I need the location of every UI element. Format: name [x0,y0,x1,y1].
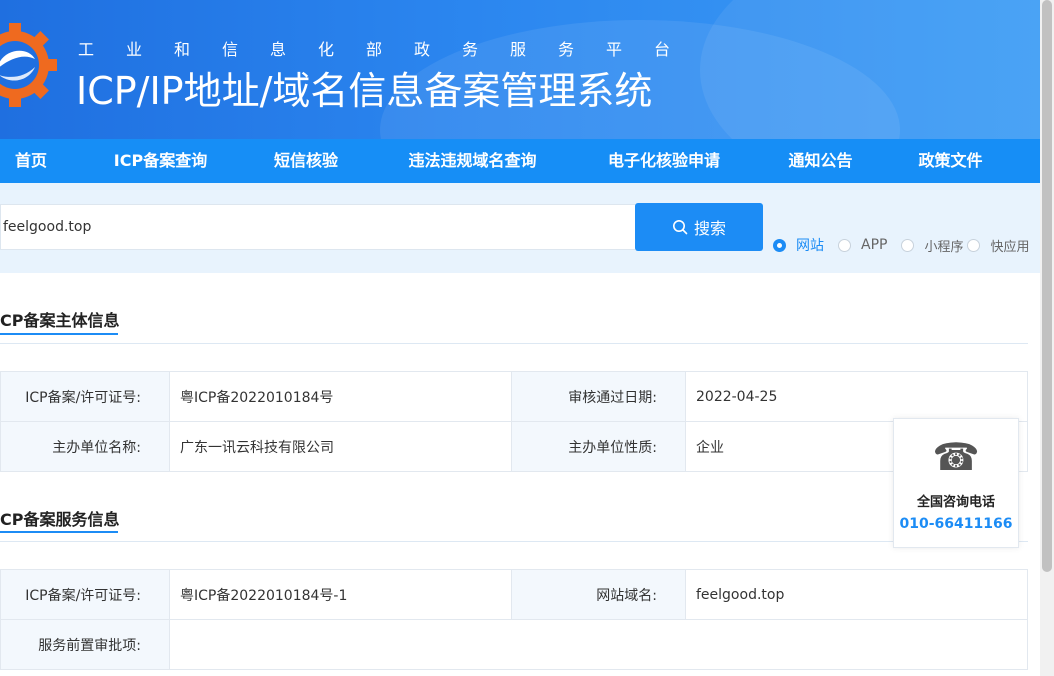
radio-label: 小程序 [924,239,964,255]
nav-item-notice[interactable]: 通知公告 [753,139,888,183]
header-subtitle: 工业和信息化部政务服务平台 [78,40,703,59]
field-value [169,619,1028,670]
radio-website[interactable]: 网站 [773,235,824,255]
section-divider [0,343,1028,344]
field-value: 2022-04-25 [685,371,1028,422]
radio-dot [901,238,915,252]
nav-item-home[interactable]: 首页 [0,139,62,183]
scrollbar-thumb[interactable] [1042,0,1052,572]
nav-item-policy[interactable]: 政策文件 [888,139,1013,183]
search-input[interactable] [0,204,635,250]
radio-dot [967,238,981,252]
radio-dot [773,238,786,252]
page-title: ICP/IP地址/域名信息备案管理系统 [76,69,653,113]
search-button-label: 搜索 [693,219,726,238]
nav-item-illegal-domain[interactable]: 违法违规域名查询 [370,139,575,183]
search-icon [672,220,688,235]
radio-label: APP [861,237,888,253]
field-label: 网站域名: [511,569,686,620]
entity-info-table: ICP备案/许可证号: 粤ICP备2022010184号 审核通过日期: 202… [0,371,1028,472]
field-label: 主办单位性质: [511,421,686,472]
miit-logo-icon [0,23,57,107]
section-divider [0,541,1028,542]
service-info-table: ICP备案/许可证号: 粤ICP备2022010184号-1 网站域名: fee… [0,569,1028,670]
section-underline [0,333,118,335]
page-scrollbar[interactable] [1040,0,1054,676]
telephone-icon: ☎ [932,435,980,479]
search-button[interactable]: 搜索 [635,203,763,251]
search-area: 搜索 网站 APP 小程序 快应用 [0,183,1040,273]
entity-section-title: CP备案主体信息 [0,311,120,330]
field-value: 粤ICP备2022010184号 [169,371,512,422]
main-nav: 首页 ICP备案查询 短信核验 违法违规域名查询 电子化核验申请 通知公告 政策… [0,139,1040,183]
field-label: ICP备案/许可证号: [0,569,170,620]
field-label: 主办单位名称: [0,421,170,472]
site-header: 工业和信息化部政务服务平台 ICP/IP地址/域名信息备案管理系统 [0,0,1040,139]
radio-label: 快应用 [990,239,1030,255]
nav-item-icp-query[interactable]: ICP备案查询 [79,139,242,183]
field-label: 审核通过日期: [511,371,686,422]
consult-phone-box[interactable]: ☎ 全国咨询电话 010-66411166 [893,418,1019,548]
service-section-title: CP备案服务信息 [0,510,120,529]
radio-mini-program[interactable]: 小程序 [901,236,963,255]
nav-item-sms-verify[interactable]: 短信核验 [242,139,370,183]
field-value: feelgood.top [685,569,1028,620]
radio-app[interactable]: APP [838,237,887,253]
consult-phone-number: 010-66411166 [899,516,1013,532]
table-row: 服务前置审批项: [0,619,1028,670]
consult-label: 全国咨询电话 [916,495,995,510]
radio-label: 网站 [796,238,824,254]
field-label: 服务前置审批项: [0,619,170,670]
header-decoration [700,0,1040,139]
radio-quick-app[interactable]: 快应用 [967,236,1030,255]
table-row: 主办单位名称: 广东一讯云科技有限公司 主办单位性质: 企业 [0,421,1028,472]
table-row: ICP备案/许可证号: 粤ICP备2022010184号-1 网站域名: fee… [0,569,1028,620]
radio-dot [838,238,851,252]
nav-item-e-verify[interactable]: 电子化核验申请 [575,139,753,183]
search-type-group: 网站 APP 小程序 快应用 [773,235,1044,255]
section-underline [0,531,118,533]
table-row: ICP备案/许可证号: 粤ICP备2022010184号 审核通过日期: 202… [0,371,1028,422]
field-value: 广东一讯云科技有限公司 [169,421,512,472]
field-value: 粤ICP备2022010184号-1 [169,569,512,620]
field-label: ICP备案/许可证号: [0,371,170,422]
